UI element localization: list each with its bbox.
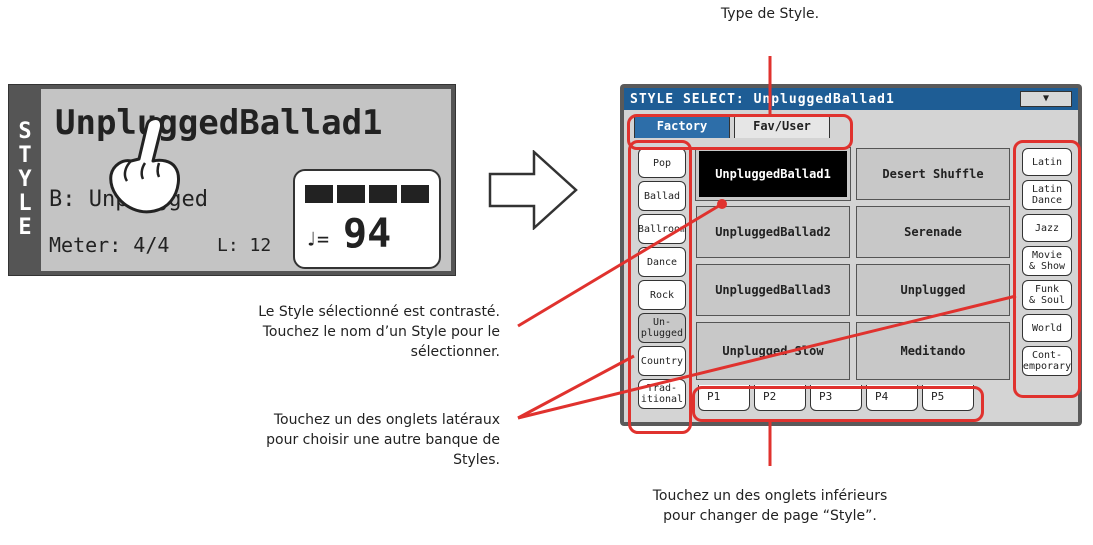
side-tabs-caption: Touchez un des onglets latéraux pour cho… — [266, 412, 500, 468]
selected-style-caption: Le Style sélectionné est contrasté. Touc… — [258, 304, 500, 360]
bottom-tabs-caption: Touchez un des onglets inférieurs pour c… — [652, 488, 888, 524]
